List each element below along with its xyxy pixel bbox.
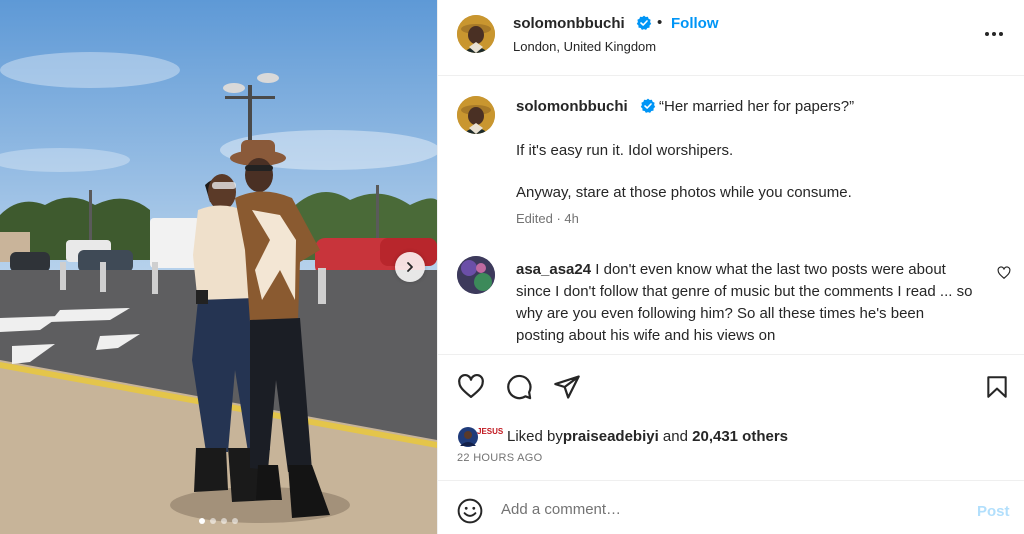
share-icon[interactable] (553, 373, 581, 401)
carousel-dot (232, 518, 238, 524)
comments-list[interactable]: solomonbbuchi “Her married her for paper… (438, 76, 1024, 354)
comment-input[interactable] (501, 495, 961, 523)
author-avatar[interactable] (457, 15, 495, 53)
caption-avatar[interactable] (457, 96, 495, 134)
likes-summary[interactable]: JESUS Liked by praiseadebiyi and 20,431 … (457, 426, 788, 447)
chevron-right-icon (407, 262, 413, 272)
post-photo[interactable] (0, 0, 437, 534)
caption-line: Anyway, stare at those photos while you … (516, 184, 852, 201)
add-comment-bar: Post (438, 480, 1024, 534)
caption-line: If it's easy run it. Idol worshipers. (516, 142, 734, 159)
bookmark-icon[interactable] (984, 373, 1010, 401)
liker-avatar[interactable]: JESUS (457, 426, 503, 447)
liker-avatar-text: JESUS (477, 427, 504, 436)
likes-prefix: Liked by (507, 427, 563, 445)
heart-icon[interactable] (457, 373, 485, 401)
verified-badge (631, 15, 652, 34)
carousel-next-button[interactable] (395, 252, 425, 282)
carousel-indicator (0, 518, 437, 524)
likes-count[interactable]: 20,431 others (692, 428, 788, 445)
post-header: solomonbbuchi • Follow London, United Ki… (438, 0, 1024, 76)
verified-badge (635, 98, 656, 117)
post-location[interactable]: London, United Kingdom (513, 39, 656, 54)
carousel-dot (199, 518, 205, 524)
more-options-button[interactable] (982, 24, 1006, 44)
comment-text: asa_asa24 I don't even know what the las… (516, 259, 976, 347)
comment-like-heart-icon[interactable] (997, 266, 1011, 280)
author-username[interactable]: solomonbbuchi (513, 15, 625, 32)
commenter-avatar[interactable] (457, 256, 495, 294)
avatar-image (457, 15, 495, 53)
photo-image (0, 0, 437, 534)
avatar-image (457, 256, 495, 294)
post-actions: JESUS Liked by praiseadebiyi and 20,431 … (438, 354, 1024, 480)
caption-line: “Her married her for papers?” (659, 98, 855, 115)
carousel-dot (221, 518, 227, 524)
emoji-icon[interactable] (457, 498, 483, 524)
post-comment-button[interactable]: Post (977, 503, 1010, 520)
post-timestamp[interactable]: 22 HOURS AGO (457, 452, 543, 464)
caption-username[interactable]: solomonbbuchi (516, 98, 628, 115)
more-options-icon (985, 32, 989, 36)
follow-button[interactable]: Follow (671, 15, 719, 32)
avatar-image (457, 96, 495, 134)
carousel-dot (210, 518, 216, 524)
liker-username[interactable]: praiseadebiyi (563, 428, 659, 445)
commenter-username[interactable]: asa_asa24 (516, 261, 591, 278)
verified-badge-icon (636, 15, 652, 30)
caption-edited-time: Edited · 4h (516, 211, 579, 226)
likes-middle: and (658, 427, 693, 445)
comment-icon[interactable] (505, 373, 533, 401)
verified-badge-icon (640, 98, 656, 113)
header-separator: • (657, 14, 663, 31)
post-detail-panel: solomonbbuchi • Follow London, United Ki… (437, 0, 1024, 534)
